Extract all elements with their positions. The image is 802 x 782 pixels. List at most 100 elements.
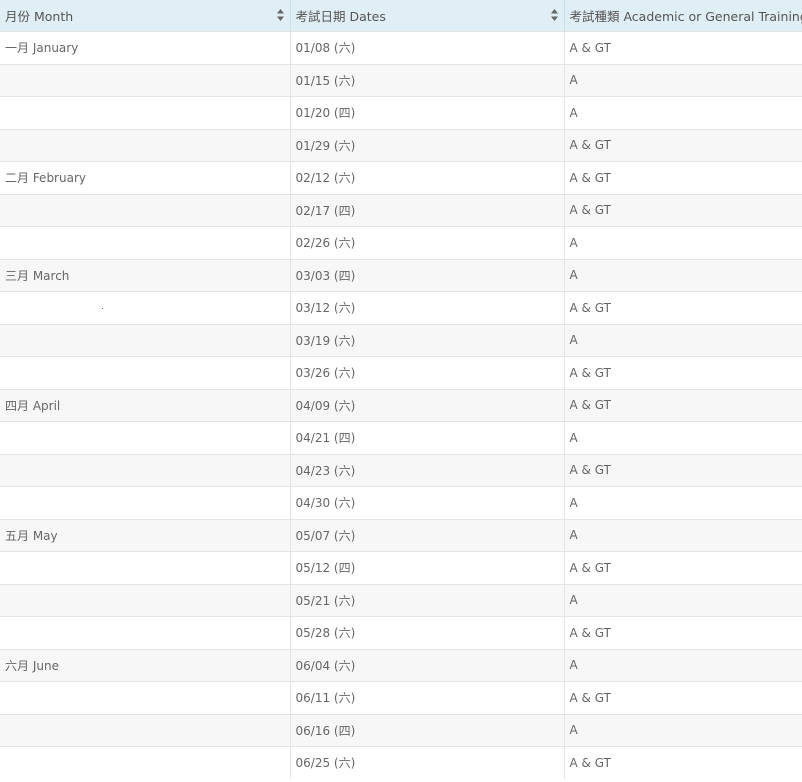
stray-dot (102, 308, 103, 309)
exam-dates-table: 月份 Month 考試日期 Dates 考試種類 Academic or Gen… (0, 0, 802, 779)
cell-type: A & GT (563, 550, 802, 584)
table-row: 02/26 (六) A (0, 225, 802, 259)
column-header-month[interactable]: 月份 Month (0, 0, 290, 31)
cell-date: 06/16 (四) (289, 713, 564, 746)
cell-type: A & GT (563, 615, 802, 649)
cell-month (0, 485, 290, 519)
cell-type: A & GT (563, 128, 802, 161)
cell-date: 01/08 (六) (289, 30, 564, 64)
table-row: 03/26 (六) A & GT (0, 355, 802, 389)
sort-up-down-icon[interactable] (550, 9, 558, 21)
column-header-label: 考試種類 Academic or General Training (569, 8, 802, 24)
cell-type: A (563, 713, 802, 746)
cell-type: A & GT (563, 30, 802, 64)
cell-type: A (563, 63, 802, 96)
cell-month (0, 420, 290, 454)
cell-date: 04/09 (六) (289, 388, 564, 421)
table-row: 05/21 (六) A (0, 583, 802, 616)
cell-date: 06/04 (六) (289, 648, 564, 681)
cell-type: A & GT (563, 388, 802, 421)
cell-month: 三月 March (0, 258, 290, 291)
sort-up-down-icon[interactable] (276, 9, 284, 21)
cell-date: 05/21 (六) (289, 583, 564, 616)
table-row: 05/28 (六) A & GT (0, 615, 802, 649)
cell-type: A & GT (563, 453, 802, 486)
column-header-dates[interactable]: 考試日期 Dates (289, 0, 564, 31)
header-row: 月份 Month 考試日期 Dates 考試種類 Academic or Gen… (0, 0, 802, 31)
table-row: 二月 February 02/12 (六) A & GT (0, 160, 802, 194)
cell-date: 05/12 (四) (289, 550, 564, 584)
table-row: 三月 March 03/03 (四) A (0, 258, 802, 291)
cell-month: 四月 April (0, 388, 290, 421)
table-row: 01/20 (四) A (0, 95, 802, 129)
cell-date: 04/23 (六) (289, 453, 564, 486)
cell-date: 03/19 (六) (289, 323, 564, 356)
cell-date: 03/26 (六) (289, 355, 564, 389)
cell-type: A (563, 518, 802, 551)
cell-date: 02/12 (六) (289, 160, 564, 194)
table-row: 03/12 (六) A & GT (0, 290, 802, 324)
cell-month (0, 453, 290, 486)
cell-month (0, 128, 290, 161)
cell-date: 05/07 (六) (289, 518, 564, 551)
table-row: 06/11 (六) A & GT (0, 680, 802, 714)
cell-month (0, 615, 290, 649)
table-row: 六月 June 06/04 (六) A (0, 648, 802, 681)
cell-type: A & GT (563, 290, 802, 324)
cell-type: A (563, 225, 802, 259)
cell-month (0, 290, 290, 324)
cell-month (0, 355, 290, 389)
cell-month (0, 193, 290, 226)
cell-date: 03/03 (四) (289, 258, 564, 291)
table-row: 02/17 (四) A & GT (0, 193, 802, 226)
cell-date: 06/25 (六) (289, 745, 564, 779)
cell-date: 02/26 (六) (289, 225, 564, 259)
table-row: 01/29 (六) A & GT (0, 128, 802, 161)
cell-month (0, 550, 290, 584)
cell-month (0, 95, 290, 129)
table-row: 05/12 (四) A & GT (0, 550, 802, 584)
cell-month: 一月 January (0, 30, 290, 64)
cell-date: 01/15 (六) (289, 63, 564, 96)
cell-type: A (563, 420, 802, 454)
cell-month (0, 225, 290, 259)
column-header-label: 月份 Month (5, 8, 74, 24)
column-header-type[interactable]: 考試種類 Academic or General Training (563, 0, 802, 31)
cell-date: 01/20 (四) (289, 95, 564, 129)
table-row: 04/21 (四) A (0, 420, 802, 454)
cell-type: A & GT (563, 745, 802, 779)
cell-date: 03/12 (六) (289, 290, 564, 324)
cell-month (0, 745, 290, 779)
cell-month (0, 63, 290, 96)
cell-month (0, 323, 290, 356)
cell-date: 04/30 (六) (289, 485, 564, 519)
cell-type: A & GT (563, 680, 802, 714)
table-body: 一月 January 01/08 (六) A & GT 01/15 (六) A 01/20… (0, 30, 802, 779)
cell-month (0, 680, 290, 714)
cell-date: 01/29 (六) (289, 128, 564, 161)
cell-date: 04/21 (四) (289, 420, 564, 454)
cell-month: 六月 June (0, 648, 290, 681)
table-row: 06/25 (六) A & GT (0, 745, 802, 779)
cell-type: A (563, 583, 802, 616)
cell-type: A (563, 95, 802, 129)
table-row: 一月 January 01/08 (六) A & GT (0, 30, 802, 64)
cell-month (0, 583, 290, 616)
table-row: 五月 May 05/07 (六) A (0, 518, 802, 551)
table-row: 01/15 (六) A (0, 63, 802, 96)
cell-type: A & GT (563, 160, 802, 194)
table-row: 06/16 (四) A (0, 713, 802, 746)
cell-month: 二月 February (0, 160, 290, 194)
cell-type: A (563, 258, 802, 291)
cell-date: 06/11 (六) (289, 680, 564, 714)
cell-date: 05/28 (六) (289, 615, 564, 649)
column-header-label: 考試日期 Dates (295, 8, 386, 24)
cell-type: A & GT (563, 355, 802, 389)
table-row: 四月 April 04/09 (六) A & GT (0, 388, 802, 421)
table-row: 04/30 (六) A (0, 485, 802, 519)
table-row: 04/23 (六) A & GT (0, 453, 802, 486)
cell-type: A (563, 485, 802, 519)
table-header: 月份 Month 考試日期 Dates 考試種類 Academic or Gen… (0, 0, 802, 31)
cell-type: A (563, 648, 802, 681)
cell-date: 02/17 (四) (289, 193, 564, 226)
